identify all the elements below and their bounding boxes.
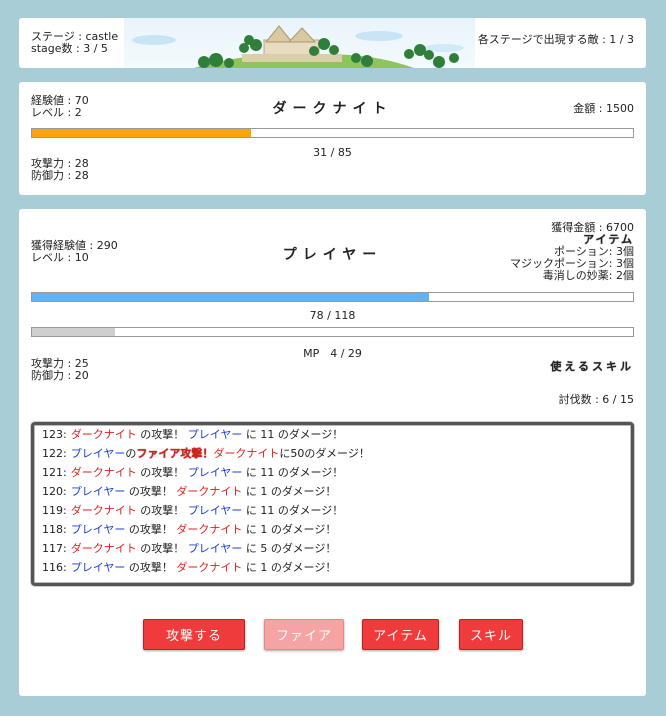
log-damage: に50のダメージ！ (279, 447, 370, 460)
log-damage: に 11 のダメージ！ (242, 428, 344, 441)
log-text: の攻撃！ (136, 504, 188, 517)
log-actor: ダークナイト (70, 504, 137, 517)
log-actor: プレイヤー (70, 561, 126, 574)
log-text: の攻撃！ (136, 542, 188, 555)
log-fire-attack: ファイア攻撃！ (136, 447, 214, 460)
skill-heading: 使えるスキル (550, 360, 634, 373)
log-damage: に 1 のダメージ！ (242, 523, 337, 536)
log-target: プレイヤー (187, 504, 243, 517)
enemy-gold: 金額 : 1500 (573, 102, 634, 115)
log-target: プレイヤー (187, 466, 243, 479)
log-target: ダークナイト (176, 485, 243, 498)
log-damage: に 11 のダメージ！ (242, 466, 344, 479)
log-text: の攻撃！ (125, 523, 177, 536)
log-text: の攻撃！ (125, 561, 177, 574)
log-text: の攻撃！ (125, 485, 177, 498)
log-line: 120: プレイヤー の攻撃！ ダークナイト に 1 のダメージ！ (34, 482, 631, 501)
enemy-name: ダークナイト (272, 101, 393, 117)
player-hp-fill (32, 293, 430, 301)
enemy-hp-text: 31 / 85 (313, 146, 352, 159)
enemy-defense: 防御力 : 28 (31, 169, 89, 182)
player-stats: 攻撃力 : 25 防御力 : 20 (31, 358, 89, 382)
battle-log[interactable]: 123: ダークナイト の攻撃！ プレイヤー に 11 のダメージ！ 122: プレイ… (31, 422, 634, 586)
log-line: 121: ダークナイト の攻撃！ プレイヤー に 11 のダメージ！ (34, 463, 631, 482)
fire-button[interactable]: ファイア (264, 619, 344, 650)
stage-panel: ステージ : castle stage数 : 3 / 5 各ステージで出現する敵… (19, 18, 646, 68)
log-number: 117: (42, 542, 67, 555)
log-target: ダークナイト (176, 523, 243, 536)
log-line: 116: プレイヤー の攻撃！ ダークナイト に 1 のダメージ！ (34, 558, 631, 577)
log-actor: ダークナイト (70, 466, 137, 479)
log-target: プレイヤー (187, 428, 243, 441)
player-hp-bar (31, 292, 634, 302)
log-line: 122: プレイヤーのファイア攻撃！ダークナイトに50のダメージ！ (34, 444, 631, 463)
log-damage: に 1 のダメージ！ (242, 485, 337, 498)
kill-count: 討伐数 : 6 / 15 (558, 393, 634, 406)
log-number: 116: (42, 561, 67, 574)
item-antidote: 毒消しの妙薬: 2個 (542, 269, 634, 282)
log-target: ダークナイト (213, 447, 280, 460)
log-actor: プレイヤー (70, 523, 126, 536)
log-line: 119: ダークナイト の攻撃！ プレイヤー に 11 のダメージ！ (34, 501, 631, 520)
skill-button[interactable]: スキル (459, 619, 523, 650)
item-button[interactable]: アイテム (362, 619, 439, 650)
player-panel: 獲得経験値 : 290 レベル : 10 プレイヤー 獲得金額 : 6700 ア… (19, 209, 646, 696)
log-line: 123: ダークナイト の攻撃！ プレイヤー に 11 のダメージ！ (34, 425, 631, 444)
player-mp-bar (31, 327, 634, 337)
log-damage: に 11 のダメージ！ (242, 504, 344, 517)
log-target: ダークナイト (176, 561, 243, 574)
log-line: 118: プレイヤー の攻撃！ ダークナイト に 1 のダメージ！ (34, 520, 631, 539)
log-line: 117: ダークナイト の攻撃！ プレイヤー に 5 のダメージ！ (34, 539, 631, 558)
player-defense: 防御力 : 20 (31, 369, 89, 382)
log-damage: に 5 のダメージ！ (242, 542, 337, 555)
battle-log-lines: 123: ダークナイト の攻撃！ プレイヤー に 11 のダメージ！ 122: プレイ… (34, 425, 631, 577)
log-text: の (125, 447, 137, 460)
log-number: 122: (42, 447, 67, 460)
log-damage: に 1 のダメージ！ (242, 561, 337, 574)
log-number: 119: (42, 504, 67, 517)
enemy-hp-bar (31, 128, 634, 138)
enemy-hp-fill (32, 129, 252, 137)
log-text: の攻撃！ (136, 466, 188, 479)
log-number: 120: (42, 485, 67, 498)
player-inventory: 獲得金額 : 6700 アイテム ポーション: 3個 マジックポーション: 3個… (510, 222, 634, 282)
log-actor: ダークナイト (70, 542, 137, 555)
log-actor: プレイヤー (70, 485, 126, 498)
player-mp-fill (32, 328, 115, 336)
stage-enemy-count: 各ステージで出現する敵 : 1 / 3 (477, 33, 634, 46)
enemy-stats: 攻撃力 : 28 防御力 : 28 (31, 158, 89, 182)
stage-count: stage数 : 3 / 5 (31, 42, 108, 55)
log-actor: ダークナイト (70, 428, 137, 441)
log-actor: プレイヤー (70, 447, 126, 460)
attack-button[interactable]: 攻撃する (143, 619, 245, 650)
castle-banner-image (124, 18, 475, 68)
log-target: プレイヤー (187, 542, 243, 555)
log-number: 118: (42, 523, 67, 536)
log-number: 121: (42, 466, 67, 479)
stage-info: ステージ : castle stage数 : 3 / 5 (31, 31, 118, 55)
log-number: 123: (42, 428, 67, 441)
enemy-panel: 経験値 : 70 レベル : 2 ダークナイト 金額 : 1500 31 / 8… (19, 82, 646, 195)
log-text: の攻撃！ (136, 428, 188, 441)
player-hp-text: 78 / 118 (309, 309, 356, 322)
